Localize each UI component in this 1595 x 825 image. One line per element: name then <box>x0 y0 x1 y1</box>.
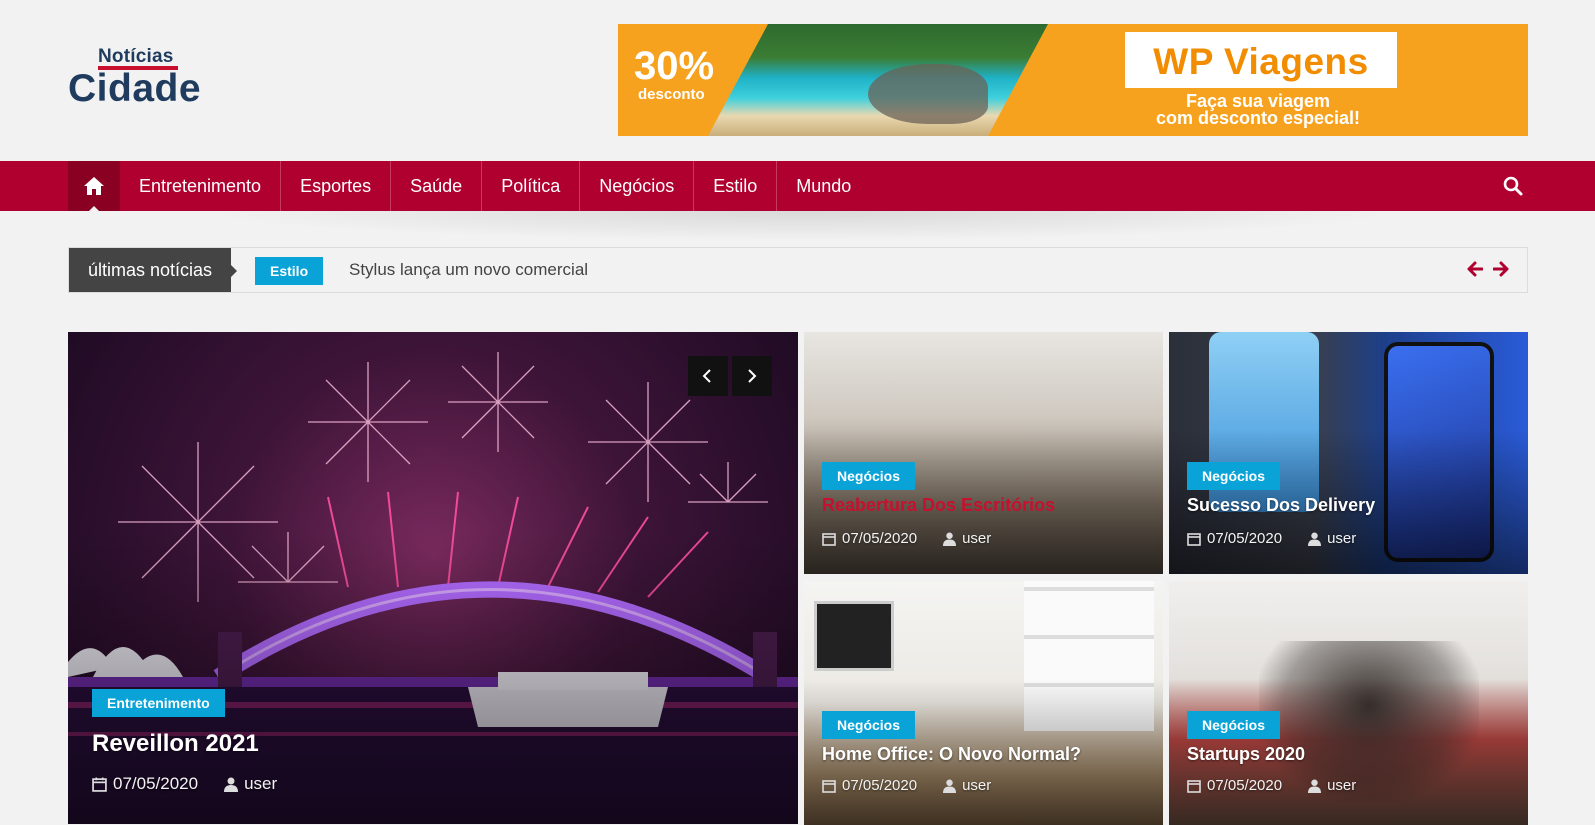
main-nav: Entretenimento Esportes Saúde Política N… <box>0 161 1595 212</box>
calendar-icon <box>1187 532 1201 546</box>
ticker-headline[interactable]: Stylus lança um novo comercial <box>349 260 588 280</box>
card-meta: 07/05/2020 user <box>822 777 991 794</box>
card-meta: 07/05/2020 user <box>1187 530 1356 547</box>
card-date: 07/05/2020 <box>1207 777 1283 794</box>
ticker-arrows <box>1467 261 1509 277</box>
card-category-tag[interactable]: Negócios <box>1187 462 1281 490</box>
card-date: 07/05/2020 <box>842 530 918 547</box>
nav-item-mundo[interactable]: Mundo <box>777 161 870 211</box>
card-author[interactable]: user <box>1327 530 1356 547</box>
featured-post[interactable]: Entretenimento Reveillon 2021 07/05/2020… <box>68 332 798 824</box>
user-icon <box>943 532 957 546</box>
card-author[interactable]: user <box>1327 777 1356 794</box>
featured-category-tag[interactable]: Entretenimento <box>92 689 225 717</box>
nav-item-politica[interactable]: Política <box>482 161 581 211</box>
post-card[interactable]: Negócios Home Office: O Novo Normal? 07/… <box>804 581 1163 825</box>
nav-home-button[interactable] <box>68 161 120 212</box>
card-meta: 07/05/2020 user <box>1187 777 1356 794</box>
user-icon <box>1308 532 1322 546</box>
banner-rocks <box>868 64 988 124</box>
arrow-left-icon[interactable] <box>1467 261 1483 277</box>
site-header: Notícias Cidade 30% desconto WP Viagens … <box>0 0 1595 160</box>
post-card[interactable]: Negócios Startups 2020 07/05/2020 user <box>1169 581 1528 825</box>
banner-tagline-2: com desconto especial! <box>1155 108 1361 128</box>
card-date: 07/05/2020 <box>1207 530 1283 547</box>
banner-discount-label: desconto <box>638 86 705 103</box>
post-card[interactable]: Negócios Reabertura Dos Escritórios 07/0… <box>804 332 1163 574</box>
monitor-image <box>814 601 894 671</box>
card-author[interactable]: user <box>962 777 991 794</box>
nav-item-saude[interactable]: Saúde <box>391 161 483 211</box>
card-title[interactable]: Reabertura Dos Escritórios <box>822 495 1055 516</box>
card-category-tag[interactable]: Negócios <box>822 462 916 490</box>
chevron-right-icon <box>748 369 757 383</box>
ticker-category-tag[interactable]: Estilo <box>255 257 324 285</box>
logo-line-1: Notícias <box>98 46 174 67</box>
user-icon <box>1308 779 1322 793</box>
slider-prev-button[interactable] <box>688 356 728 396</box>
calendar-icon <box>822 532 836 546</box>
home-icon <box>84 177 104 195</box>
nav-shadow <box>200 211 1400 241</box>
card-meta: 07/05/2020 user <box>822 530 991 547</box>
banner-brand: WP Viagens <box>1153 41 1369 82</box>
ticker-label: últimas notícias <box>69 248 237 292</box>
logo-line-2: Cidade <box>68 67 202 110</box>
calendar-icon <box>822 779 836 793</box>
nav-item-negocios[interactable]: Negócios <box>580 161 695 211</box>
nav-item-entretenimento[interactable]: Entretenimento <box>120 161 282 211</box>
calendar-icon <box>92 777 107 792</box>
card-author[interactable]: user <box>962 530 991 547</box>
slider-next-button[interactable] <box>732 356 772 396</box>
user-icon <box>943 779 957 793</box>
user-icon <box>224 777 239 792</box>
featured-date: 07/05/2020 <box>113 774 199 793</box>
card-date: 07/05/2020 <box>842 777 918 794</box>
banner-discount: 30% <box>634 44 715 88</box>
site-logo[interactable]: Notícias Cidade <box>68 44 208 114</box>
featured-author[interactable]: user <box>244 774 277 794</box>
nav-item-esportes[interactable]: Esportes <box>281 161 392 211</box>
card-category-tag[interactable]: Negócios <box>822 711 916 739</box>
nav-item-estilo[interactable]: Estilo <box>694 161 778 211</box>
calendar-icon <box>1187 779 1201 793</box>
nav-menu: Entretenimento Esportes Saúde Política N… <box>120 161 870 211</box>
breaking-news-ticker: últimas notícias Estilo Stylus lança um … <box>68 247 1528 293</box>
banner-brand-box: WP Viagens <box>1125 32 1397 88</box>
card-title[interactable]: Sucesso Dos Delivery <box>1187 495 1375 516</box>
ad-banner[interactable]: 30% desconto WP Viagens Faça sua viagem … <box>618 24 1528 136</box>
featured-meta: 07/05/2020 user <box>92 774 277 794</box>
card-title[interactable]: Home Office: O Novo Normal? <box>822 744 1081 765</box>
search-icon[interactable] <box>1503 176 1523 196</box>
card-category-tag[interactable]: Negócios <box>1187 711 1281 739</box>
card-title[interactable]: Startups 2020 <box>1187 744 1305 765</box>
arrow-right-icon[interactable] <box>1493 261 1509 277</box>
featured-title[interactable]: Reveillon 2021 <box>92 730 259 758</box>
chevron-left-icon <box>702 369 711 383</box>
post-card[interactable]: Negócios Sucesso Dos Delivery 07/05/2020… <box>1169 332 1528 574</box>
